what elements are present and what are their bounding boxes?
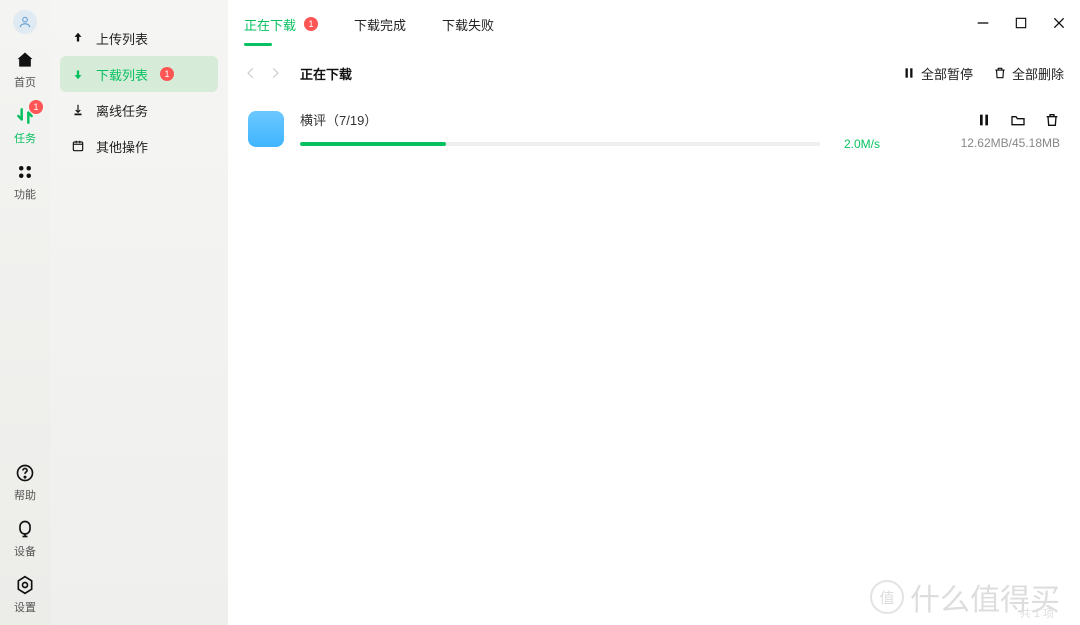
tabs: 正在下载 1 下载完成 下载失败 xyxy=(228,0,1080,50)
sidebar-item-offline[interactable]: 离线任务 xyxy=(60,92,218,128)
toolbar: 正在下载 全部暂停 全部删除 xyxy=(228,50,1080,96)
watermark-text: 什么值得买 xyxy=(910,575,1060,619)
folder-icon xyxy=(248,111,284,147)
sidebar-label-upload: 上传列表 xyxy=(96,29,148,48)
tab-badge-downloading: 1 xyxy=(304,17,318,31)
sidebar-item-download[interactable]: 下载列表 1 xyxy=(60,56,218,92)
rail-item-features[interactable]: 功能 xyxy=(0,160,50,202)
watermark-logo: 值 xyxy=(870,580,904,614)
rail-label-device: 设备 xyxy=(14,543,36,559)
rail-label-tasks: 任务 xyxy=(14,130,36,146)
avatar-icon xyxy=(13,10,37,34)
rail-label-home: 首页 xyxy=(14,74,36,90)
download-badge: 1 xyxy=(160,67,174,81)
pause-all-label: 全部暂停 xyxy=(921,64,973,83)
left-rail: 首页 1 任务 功能 帮助 xyxy=(0,0,50,625)
main-panel: 正在下载 1 下载完成 下载失败 正在下载 xyxy=(228,0,1080,625)
download-list: 横评（7/19） 2.0M/s xyxy=(228,96,1080,165)
progress-bar xyxy=(300,142,820,146)
rail-item-device[interactable]: 设备 xyxy=(0,517,50,559)
download-item[interactable]: 横评（7/19） 2.0M/s xyxy=(244,102,1064,159)
trash-icon xyxy=(993,66,1007,80)
rail-item-help[interactable]: 帮助 xyxy=(0,461,50,503)
sidebar-item-other[interactable]: 其他操作 xyxy=(60,128,218,164)
watermark: 值 什么值得买 共 1 项 xyxy=(870,575,1060,619)
window-controls xyxy=(974,14,1068,32)
close-button[interactable] xyxy=(1050,14,1068,32)
home-icon xyxy=(13,48,37,72)
item-delete-button[interactable] xyxy=(1044,112,1060,128)
grid-icon xyxy=(13,160,37,184)
download-icon xyxy=(70,67,86,81)
sidebar-label-other: 其他操作 xyxy=(96,137,148,156)
item-pause-button[interactable] xyxy=(976,112,992,128)
tab-downloading[interactable]: 正在下载 1 xyxy=(244,15,318,36)
tab-failed[interactable]: 下载失败 xyxy=(442,15,494,36)
nav-arrows xyxy=(244,66,282,80)
tab-label-failed: 下载失败 xyxy=(442,15,494,34)
pause-icon xyxy=(902,66,916,80)
nav-forward[interactable] xyxy=(268,66,282,80)
minimize-button[interactable] xyxy=(974,14,992,32)
sidebar-label-offline: 离线任务 xyxy=(96,101,148,120)
watermark-sub: 共 1 项 xyxy=(1020,605,1054,621)
rail-label-help: 帮助 xyxy=(14,487,36,503)
offline-icon xyxy=(70,103,86,117)
rail-label-settings: 设置 xyxy=(14,599,36,615)
item-speed: 2.0M/s xyxy=(844,137,880,151)
pause-all-button[interactable]: 全部暂停 xyxy=(902,64,973,83)
sidebar-label-download: 下载列表 xyxy=(96,65,148,84)
settings-icon xyxy=(13,573,37,597)
breadcrumb-title: 正在下载 xyxy=(300,64,352,83)
device-icon xyxy=(13,517,37,541)
tab-label-downloading: 正在下载 xyxy=(244,15,296,34)
item-folder-button[interactable] xyxy=(1010,112,1026,128)
avatar[interactable] xyxy=(0,10,50,34)
rail-item-tasks[interactable]: 1 任务 xyxy=(0,104,50,146)
tasks-icon: 1 xyxy=(13,104,37,128)
sidebar: 上传列表 下载列表 1 离线任务 其他操作 xyxy=(50,0,228,625)
tab-label-done: 下载完成 xyxy=(354,15,406,34)
delete-all-button[interactable]: 全部删除 xyxy=(993,64,1064,83)
delete-all-label: 全部删除 xyxy=(1012,64,1064,83)
rail-item-home[interactable]: 首页 xyxy=(0,48,50,90)
nav-back[interactable] xyxy=(244,66,258,80)
tasks-badge: 1 xyxy=(29,100,43,114)
item-size: 12.62MB/45.18MB xyxy=(961,136,1060,150)
maximize-button[interactable] xyxy=(1012,14,1030,32)
rail-item-settings[interactable]: 设置 xyxy=(0,573,50,615)
rail-label-features: 功能 xyxy=(14,186,36,202)
upload-icon xyxy=(70,31,86,45)
help-icon xyxy=(13,461,37,485)
item-name: 横评（7/19） xyxy=(300,110,904,129)
other-icon xyxy=(70,139,86,153)
sidebar-item-upload[interactable]: 上传列表 xyxy=(60,20,218,56)
tab-done[interactable]: 下载完成 xyxy=(354,15,406,36)
